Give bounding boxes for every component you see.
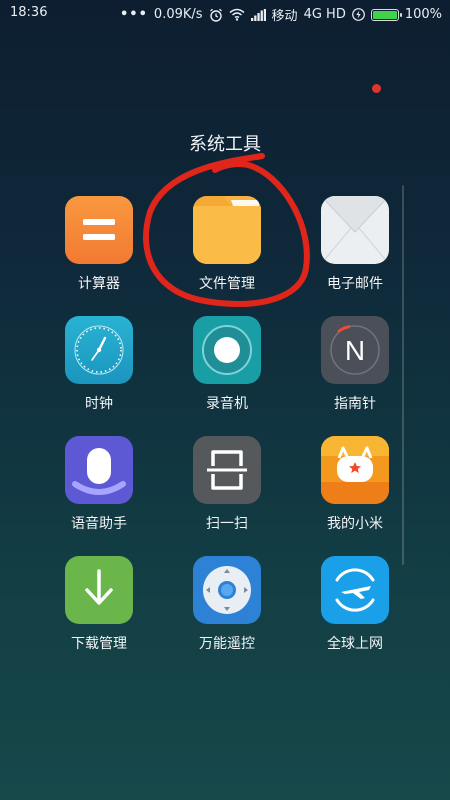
envelope-icon xyxy=(321,196,389,264)
app-email[interactable]: 电子邮件 xyxy=(300,196,410,306)
mi-bunny-icon xyxy=(321,436,389,504)
app-label: 语音助手 xyxy=(71,516,127,532)
record-icon xyxy=(193,316,261,384)
signal-icon xyxy=(250,8,266,21)
folder-icon xyxy=(193,196,261,264)
charging-icon xyxy=(351,8,365,21)
clock-icon xyxy=(65,316,133,384)
app-my-xiaomi[interactable]: 我的小米 xyxy=(300,436,410,546)
app-recorder[interactable]: 录音机 xyxy=(172,316,282,426)
scan-icon xyxy=(193,436,261,504)
download-icon xyxy=(65,556,133,624)
app-label: 万能遥控 xyxy=(199,636,255,652)
app-universal-remote[interactable]: 万能遥控 xyxy=(172,556,282,666)
carrier-name: 移动 xyxy=(271,9,298,24)
battery-percent: 100% xyxy=(404,7,442,22)
plane-icon xyxy=(321,556,389,624)
app-label: 计算器 xyxy=(78,276,120,292)
compass-icon: N xyxy=(321,316,389,384)
app-label: 我的小米 xyxy=(327,516,383,532)
battery-fill xyxy=(372,10,397,19)
app-compass[interactable]: N 指南针 xyxy=(300,316,410,426)
alarm-icon xyxy=(209,8,222,22)
status-right-group: ••• 0.09K/s 移动 4G HD 100% xyxy=(120,5,442,24)
app-scanner[interactable]: 扫一扫 xyxy=(172,436,282,546)
svg-text:N: N xyxy=(345,335,365,366)
app-file-manager[interactable]: 文件管理 xyxy=(172,196,282,306)
more-notifications-icon: ••• xyxy=(119,7,148,22)
app-label: 文件管理 xyxy=(199,276,255,292)
network-speed: 0.09K/s xyxy=(153,7,203,22)
app-label: 下载管理 xyxy=(71,636,127,652)
app-label: 录音机 xyxy=(206,396,248,412)
app-voice-assistant[interactable]: 语音助手 xyxy=(44,436,154,546)
app-label: 指南针 xyxy=(334,396,376,412)
status-bar: 18:36 ••• 0.09K/s 移动 4G HD 100% xyxy=(0,0,450,26)
app-label: 扫一扫 xyxy=(206,516,248,532)
folder-title: 系统工具 xyxy=(189,134,261,155)
app-calculator[interactable]: 计算器 xyxy=(44,196,154,306)
notification-dot xyxy=(372,84,381,93)
voice-assistant-icon xyxy=(65,436,133,504)
app-label: 全球上网 xyxy=(327,636,383,652)
remote-control-icon xyxy=(193,556,261,624)
calculator-icon xyxy=(65,196,133,264)
battery-icon xyxy=(370,8,402,21)
app-clock[interactable]: 时钟 xyxy=(44,316,154,426)
app-label: 电子邮件 xyxy=(327,276,383,292)
app-download-manager[interactable]: 下载管理 xyxy=(44,556,154,666)
app-global-internet[interactable]: 全球上网 xyxy=(300,556,410,666)
network-type: 4G HD xyxy=(303,7,346,22)
status-time: 18:36 xyxy=(10,5,48,20)
app-label: 时钟 xyxy=(85,396,113,412)
wifi-icon xyxy=(229,8,245,21)
